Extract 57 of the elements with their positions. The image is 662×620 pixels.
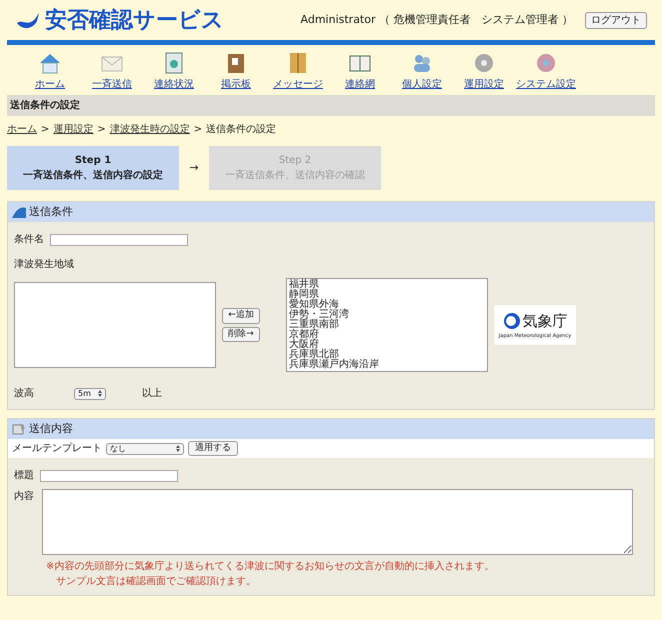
wave-height-suffix: 以上 <box>142 386 162 401</box>
nav-link[interactable]: 掲示板 <box>205 48 267 92</box>
nav-link[interactable]: システム設定 <box>515 48 577 92</box>
selected-regions-list[interactable] <box>14 282 216 368</box>
field-label: 内容 <box>14 490 34 504</box>
breadcrumb-link[interactable]: 津波発生時の設定 <box>110 122 190 137</box>
nav-link[interactable]: メッセージ <box>267 48 329 92</box>
nav-link[interactable]: 一斉送信 <box>81 48 143 92</box>
field-label: 津波発生地域 <box>14 258 75 272</box>
region-option[interactable]: 福井県 <box>289 280 485 290</box>
app-logo: 安否確認サービス <box>45 6 224 34</box>
section-title: 送信内容 <box>29 420 73 437</box>
field-label: 波高 <box>14 386 35 401</box>
template-select[interactable]: なし <box>106 442 184 454</box>
condition-name-input[interactable] <box>50 234 188 246</box>
breadcrumb-link[interactable]: ホーム <box>7 122 37 137</box>
region-option[interactable]: 大阪府 <box>289 340 485 350</box>
subject-input[interactable] <box>40 470 178 482</box>
dropdown-icon <box>98 390 102 397</box>
region-option[interactable]: 兵庫県瀬戸内海沿岸 <box>289 360 485 370</box>
region-option[interactable]: 愛知県外海 <box>289 300 485 310</box>
field-label: メールテンプレート <box>12 442 102 456</box>
field-label: 標題 <box>14 468 34 483</box>
nav-link[interactable]: 連絡状況 <box>143 48 205 92</box>
step-indicator: Step 1 一斉送信条件、送信内容の設定 <box>7 146 179 190</box>
logout-button[interactable]: ログアウト <box>585 12 647 28</box>
nav-link[interactable]: 連絡網 <box>329 48 391 92</box>
step-arrow: → <box>188 160 200 176</box>
agency-emblem-icon <box>502 312 520 330</box>
wave-icon <box>12 206 26 218</box>
remove-button[interactable]: 削除→ <box>222 326 260 342</box>
nav-link[interactable]: 個人設定 <box>391 48 453 92</box>
breadcrumb-separator: > <box>97 123 106 137</box>
breadcrumb-link[interactable]: 運用設定 <box>53 122 94 137</box>
field-label: 条件名 <box>14 233 44 247</box>
wave-height-select[interactable]: 5m <box>74 388 106 400</box>
agency-name: 気象庁 <box>522 311 568 332</box>
note-text: ※内容の先頭部分に気象庁より送られてくる津波に関するお知らせの文言が自動的に挿入されます。 <box>46 560 496 574</box>
user-info: Administrator （ 危機管理責任者 システム管理者 ） <box>300 12 573 28</box>
apply-button[interactable]: 適用する <box>188 440 238 456</box>
region-option[interactable]: 三重県南部 <box>289 320 485 330</box>
dropdown-icon <box>176 445 180 452</box>
add-button[interactable]: ←追加 <box>222 308 260 324</box>
region-option[interactable]: 京都府 <box>289 330 485 340</box>
region-option[interactable]: 静岡県 <box>289 290 485 300</box>
nav-link[interactable]: 運用設定 <box>453 48 515 92</box>
content-textarea[interactable] <box>42 489 633 555</box>
breadcrumb-separator: > <box>194 123 202 137</box>
step-indicator: Step 2 一斉送信条件、送信内容の確認 <box>209 146 381 190</box>
breadcrumb-current: 送信条件の設定 <box>206 122 276 137</box>
page-title: 送信条件の設定 <box>7 95 655 116</box>
nav-link[interactable]: ホーム <box>19 48 81 92</box>
region-option[interactable]: 伊勢・三河湾 <box>289 310 485 320</box>
section-title: 送信条件 <box>29 204 73 220</box>
breadcrumb-separator: > <box>41 123 50 137</box>
note-text: サンプル文言は確認画面でご確認頂けます。 <box>55 574 257 589</box>
region-option[interactable]: 兵庫県北部 <box>289 350 485 360</box>
